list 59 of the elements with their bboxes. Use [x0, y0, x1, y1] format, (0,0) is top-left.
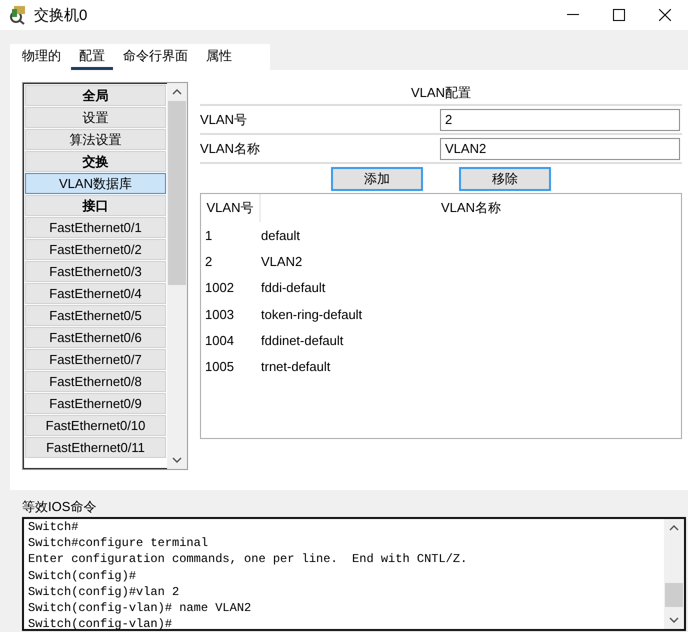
tab[interactable]: 物理的: [14, 44, 69, 70]
sidebar-item[interactable]: 算法设置: [25, 129, 166, 150]
sidebar-item[interactable]: FastEthernet0/5: [25, 305, 166, 326]
field-label: VLAN名称: [200, 140, 261, 158]
switch-icon: [8, 5, 28, 25]
window-title: 交换机0: [34, 6, 88, 24]
output-line: Switch#configure terminal: [28, 535, 210, 552]
table-cell: fddinet-default: [261, 332, 344, 348]
column-header[interactable]: VLAN号: [201, 194, 261, 222]
scroll-up-icon[interactable]: [172, 89, 182, 95]
sidebar-item[interactable]: FastEthernet0/11: [25, 437, 166, 458]
column-header[interactable]: VLAN名称: [261, 199, 681, 217]
field-label: VLAN号: [200, 110, 248, 128]
scroll-down-icon[interactable]: [172, 457, 182, 463]
table-cell-text: 1003: [204, 306, 235, 322]
table-cell-text: 1005: [204, 359, 235, 374]
tab[interactable]: 命令行界面: [115, 44, 196, 70]
sidebar-item[interactable]: FastEthernet0/7: [25, 349, 166, 370]
sidebar-item[interactable]: FastEthernet0/1: [25, 217, 166, 238]
table-cell-text: 1002: [204, 280, 235, 296]
sidebar-item[interactable]: FastEthernet0/9: [25, 393, 166, 414]
sidebar-item[interactable]: 设置: [25, 107, 166, 128]
scroll-down-icon[interactable]: [669, 617, 679, 623]
sidebar-item[interactable]: FastEthernet0/4: [25, 283, 166, 304]
sidebar-item[interactable]: FastEthernet0/2: [25, 239, 166, 260]
minimize-icon[interactable]: [567, 14, 579, 16]
sidebar-header[interactable]: 全局: [25, 85, 166, 106]
sidebar-header[interactable]: 接口: [25, 195, 166, 216]
scrollbar-thumb[interactable]: [665, 583, 683, 607]
table-cell-text: 1004: [204, 332, 235, 348]
table-cell: token-ring-default: [261, 306, 362, 322]
table-cell: default: [261, 228, 300, 243]
output-line: Switch(config-vlan)# name VLAN2: [28, 600, 252, 616]
sidebar-item[interactable]: FastEthernet0/3: [25, 261, 166, 282]
section-title: VLAN配置: [200, 82, 682, 106]
sidebar-header[interactable]: 交换: [25, 151, 166, 172]
input-field[interactable]: 2: [440, 108, 680, 130]
sidebar-item[interactable]: VLAN数据库: [25, 173, 166, 194]
add-button[interactable]: 添加: [331, 167, 423, 191]
scroll-up-icon[interactable]: [669, 525, 679, 531]
table-cell: VLAN2: [261, 254, 302, 269]
sidebar-item[interactable]: FastEthernet0/6: [25, 327, 166, 348]
scrollbar-thumb[interactable]: [168, 101, 186, 285]
table-cell: trnet-default: [261, 359, 330, 374]
section-label: 等效IOS命令: [22, 498, 98, 514]
sidebar-item[interactable]: FastEthernet0/10: [25, 415, 166, 436]
output-line: Enter configuration commands, one per line. End with CNTL/Z.: [28, 551, 468, 568]
output-line: Switch(config)#vlan 2: [28, 584, 180, 600]
sidebar-item[interactable]: FastEthernet0/8: [25, 371, 166, 392]
close-icon[interactable]: [659, 9, 671, 21]
table-cell: fddi-default: [261, 280, 326, 296]
table-cell-text: 2: [204, 254, 214, 269]
output-line: Switch(config)#: [28, 568, 138, 584]
table-cell-text: 1: [204, 228, 214, 243]
output-line: Switch#: [28, 519, 80, 536]
maximize-icon[interactable]: [613, 9, 625, 21]
tab[interactable]: 属性: [198, 44, 240, 70]
input-field[interactable]: VLAN2: [440, 138, 680, 160]
remove-button[interactable]: 移除: [459, 167, 551, 191]
